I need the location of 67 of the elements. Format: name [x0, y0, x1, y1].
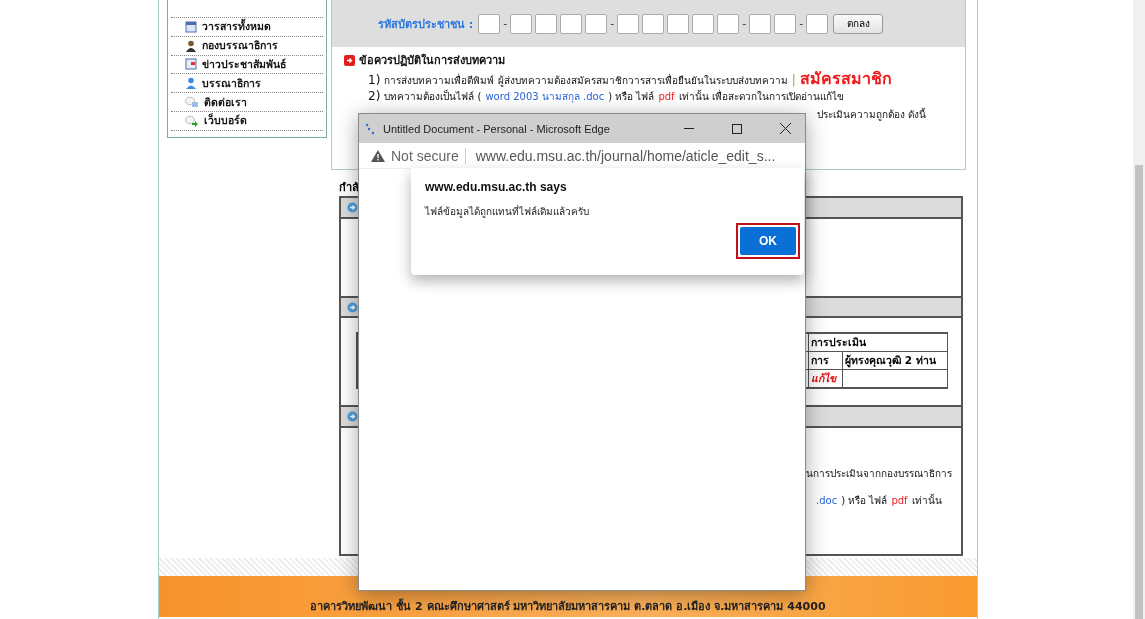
instruction-text: ) หรือ ไฟล์ [608, 90, 655, 104]
table-cell: แก้ไข [808, 370, 842, 388]
footer-address: อาคารวิทยพัฒนา ชั้น 2 คณะศึกษาศาสตร์ มหาวิทยาลัยมหาสารคาม ต.ตลาด อ.เมือง จ.มหาสารคาม 44000 [310, 597, 826, 615]
list-number: 1) [368, 72, 381, 89]
instruction-text: ประเมินความถูกต้อง ดังนี้ [817, 106, 927, 123]
security-label: Not secure [391, 147, 459, 164]
table-header: การประเมิน [808, 334, 947, 353]
register-link[interactable]: สมัครสมาชิก [799, 70, 892, 87]
ok-button[interactable]: OK [740, 227, 796, 255]
instruction-text: word 2003 นามสกุล .doc [485, 90, 605, 105]
alert-origin: www.edu.msu.ac.th says [425, 180, 568, 194]
dash-text: - [742, 17, 747, 30]
digit-field[interactable] [535, 13, 558, 34]
instruction-text: การส่งบทความเพื่อตีพิมพ์ ผู้ส่งบทความต้องสมัครสมาชิกวารสารเพื่อยืนยันในระบบส่งบทความ [384, 72, 788, 89]
digit-field[interactable] [667, 13, 690, 34]
submit-button[interactable]: ตกลง [833, 13, 884, 34]
body-text: .doc [816, 494, 838, 506]
chat-arrow-icon [185, 114, 199, 127]
digit-field[interactable] [585, 13, 608, 34]
digit-field[interactable] [617, 13, 640, 34]
sidebar-item[interactable]: เว็บบอร์ด [171, 111, 323, 131]
dash-text: - [610, 17, 615, 30]
person-icon [185, 77, 197, 90]
sidebar-item[interactable]: ข่าวประชาสัมพันธ์ [171, 54, 323, 74]
digit-field[interactable] [510, 13, 533, 34]
sidebar-item[interactable]: ติดต่อเรา [171, 92, 323, 111]
digit-field[interactable] [717, 13, 740, 34]
alert-message: ไฟล์ข้อมูลได้ถูกแทนที่ไฟล์เดิมแล้วครับ [425, 204, 590, 219]
body-text: pdf [891, 494, 908, 506]
maximize-icon [732, 123, 742, 134]
warning-icon [371, 149, 385, 162]
body-text: นการประเมินจากกองบรรณาธิการ [806, 466, 952, 481]
digit-field[interactable] [560, 13, 583, 34]
instructions-title: ข้อควรปฏิบัติในการส่งบทความ [359, 52, 505, 69]
window-title: Untitled Document - Personal - Microsoft Edge [383, 122, 611, 135]
calendar-icon [185, 20, 197, 33]
list-number: 2) [368, 88, 381, 105]
dash-text: - [799, 17, 804, 30]
close-icon [779, 123, 791, 134]
sidebar-item[interactable]: บรรณาธิการ [171, 73, 323, 93]
chat-mail-icon [185, 96, 199, 109]
separator-text: | [791, 71, 796, 88]
digit-field[interactable] [478, 13, 501, 34]
loading-icon [365, 122, 375, 135]
minimize-icon [684, 127, 694, 130]
id-label: รหัสบัตรประชาชน : [378, 16, 474, 33]
digit-field[interactable] [774, 13, 797, 34]
digit-field[interactable] [806, 13, 829, 34]
instruction-text: บทความต้องเป็นไฟล์ ( [384, 88, 482, 104]
instruction-text: เท่านั้น เพื่อสะดวกในการเปิดอ่านแก้ไข [678, 88, 844, 104]
url-text[interactable]: www.edu.msu.ac.th/journal/home/aticle_edit_s... [464, 147, 776, 164]
status-label: กำลั [339, 180, 359, 192]
arrow-square-icon [344, 54, 355, 66]
person-icon [185, 39, 197, 52]
digit-field[interactable] [749, 13, 772, 34]
sidebar-item[interactable]: วารสารทั้งหมด [171, 17, 323, 36]
scrollbar[interactable] [1133, 0, 1145, 619]
digit-field[interactable] [642, 13, 665, 34]
digit-field[interactable] [692, 13, 715, 34]
news-icon [185, 58, 197, 71]
instruction-text: pdf [658, 90, 675, 104]
body-text: ) หรือ ไฟล์ [841, 493, 888, 508]
body-text: เท่านั้น [911, 492, 942, 508]
table-header: การ [808, 352, 842, 371]
sidebar-item[interactable]: กองบรรณาธิการ [171, 35, 323, 55]
table-header: ผู้ทรงคุณวุฒิ 2 ท่าน [842, 352, 947, 371]
dash-text: - [503, 17, 508, 30]
